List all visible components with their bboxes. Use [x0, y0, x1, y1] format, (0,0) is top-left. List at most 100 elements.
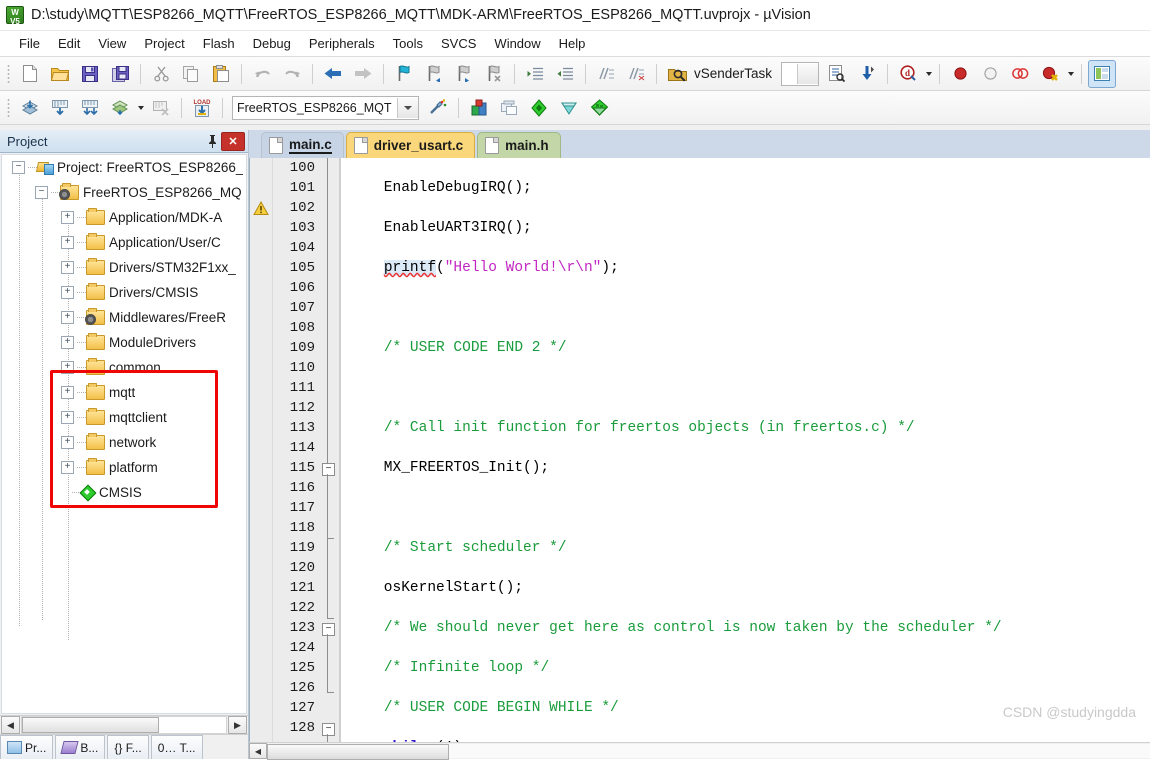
remove-breakpoint-button[interactable]	[976, 60, 1004, 88]
redo-button[interactable]	[278, 60, 306, 88]
batch-build-dropdown-arrow[interactable]	[135, 95, 146, 121]
navigate-back-button[interactable]	[319, 60, 347, 88]
tree-item-drivers-stm32f1xx[interactable]: + Drivers/STM32F1xx_	[2, 255, 246, 280]
code-line-107[interactable]: MX_FREERTOS_Init();	[349, 458, 1150, 478]
scroll-thumb[interactable]	[267, 744, 449, 760]
tree-item-drivers-cmsis[interactable]: + Drivers/CMSIS	[2, 280, 246, 305]
menu-item-flash[interactable]: Flash	[194, 34, 244, 53]
scroll-thumb[interactable]	[22, 717, 159, 733]
expander-icon[interactable]: +	[61, 361, 74, 374]
rebuild-all-button[interactable]	[76, 94, 104, 122]
menu-item-help[interactable]: Help	[550, 34, 595, 53]
code-line-106[interactable]: /* Call init function for freertos objec…	[349, 418, 1150, 438]
chevron-down-icon[interactable]	[397, 97, 418, 118]
fold-toggle-systemclock[interactable]: −	[322, 723, 335, 736]
expander-icon[interactable]: +	[61, 436, 74, 449]
bottom-tab-functions[interactable]: {} F...	[107, 735, 149, 759]
stop-build-button[interactable]	[147, 94, 175, 122]
scroll-right-button[interactable]: ▶	[228, 716, 247, 734]
menu-item-view[interactable]: View	[89, 34, 135, 53]
find-in-files-button[interactable]	[663, 60, 691, 88]
expander-icon[interactable]: +	[61, 411, 74, 424]
insert-include-button[interactable]	[823, 60, 851, 88]
code-line-102[interactable]: printf("Hello World!\r\n");	[349, 258, 1150, 278]
project-tree[interactable]: − Project: FreeRTOS_ESP8266_ − FreeRTOS_…	[1, 154, 247, 714]
tree-item-application-user[interactable]: + Application/User/C	[2, 230, 246, 255]
breakpoints-dropdown-arrow[interactable]	[1065, 61, 1076, 87]
editor-horizontal-scrollbar[interactable]: ◀	[249, 742, 1150, 760]
code-view[interactable]: 100 101 102 103 104 105 106 107 108 109 …	[249, 158, 1150, 742]
configure-build-button[interactable]	[853, 60, 881, 88]
pack-installer-button[interactable]	[585, 94, 613, 122]
expander-icon[interactable]: −	[35, 186, 48, 199]
expander-icon[interactable]: +	[61, 386, 74, 399]
tree-item-mqttclient[interactable]: + mqttclient	[2, 405, 246, 430]
code-line-111[interactable]: /* We should never get here as control i…	[349, 618, 1150, 638]
code-line-114[interactable]: while (1)	[349, 738, 1150, 742]
disable-breakpoint-button[interactable]	[1006, 60, 1034, 88]
menu-item-project[interactable]: Project	[135, 34, 193, 53]
clear-bookmarks-button[interactable]	[480, 60, 508, 88]
start-debug-button[interactable]: d	[894, 60, 922, 88]
toolbar-grip[interactable]	[5, 96, 12, 119]
scroll-track[interactable]	[267, 744, 1150, 760]
expander-icon[interactable]: +	[61, 336, 74, 349]
scroll-left-button[interactable]: ◀	[1, 716, 20, 734]
uncomment-button[interactable]	[622, 60, 650, 88]
download-button[interactable]: LOAD	[188, 94, 216, 122]
tree-item-middlewares-freertos[interactable]: + Middlewares/FreeR	[2, 305, 246, 330]
manage-windows-button[interactable]	[1088, 59, 1117, 88]
tree-item-moduledrivers[interactable]: + ModuleDrivers	[2, 330, 246, 355]
expander-icon[interactable]: +	[61, 311, 74, 324]
project-horizontal-scrollbar[interactable]: ◀ ▶	[0, 715, 248, 734]
source-code-lines[interactable]: EnableDebugIRQ(); EnableUART3IRQ(); prin…	[341, 158, 1150, 742]
indent-button[interactable]	[521, 60, 549, 88]
menu-item-edit[interactable]: Edit	[49, 34, 89, 53]
code-line-105[interactable]	[349, 378, 1150, 398]
configure-diamond-green-button[interactable]	[525, 94, 553, 122]
tree-item-network[interactable]: + network	[2, 430, 246, 455]
code-line-109[interactable]: /* Start scheduler */	[349, 538, 1150, 558]
debug-dropdown-arrow[interactable]	[923, 61, 934, 87]
menu-item-tools[interactable]: Tools	[384, 34, 432, 53]
code-line-100[interactable]: EnableDebugIRQ();	[349, 178, 1150, 198]
menu-item-peripherals[interactable]: Peripherals	[300, 34, 384, 53]
code-line-103[interactable]	[349, 298, 1150, 318]
paste-button[interactable]	[207, 60, 235, 88]
code-folding-bar[interactable]: − − −	[319, 158, 341, 742]
editor-margin-bar[interactable]	[250, 158, 273, 742]
previous-bookmark-button[interactable]	[420, 60, 448, 88]
tree-item-mqtt[interactable]: + mqtt	[2, 380, 246, 405]
expander-icon[interactable]: +	[61, 211, 74, 224]
menu-item-file[interactable]: File	[10, 34, 49, 53]
tree-item-common[interactable]: + common	[2, 355, 246, 380]
configure-diamond-teal-button[interactable]	[555, 94, 583, 122]
menu-item-debug[interactable]: Debug	[244, 34, 300, 53]
new-file-button[interactable]	[16, 60, 44, 88]
tree-item-project-root[interactable]: − Project: FreeRTOS_ESP8266_	[2, 155, 246, 180]
tree-item-target[interactable]: − FreeRTOS_ESP8266_MQ	[2, 180, 246, 205]
undo-button[interactable]	[248, 60, 276, 88]
code-line-101[interactable]: EnableUART3IRQ();	[349, 218, 1150, 238]
tab-driver-usart-c[interactable]: driver_usart.c	[345, 132, 476, 158]
fold-toggle-doccomment[interactable]: −	[322, 623, 335, 636]
batch-build-button[interactable]	[106, 94, 134, 122]
code-line-110[interactable]: osKernelStart();	[349, 578, 1150, 598]
tree-item-application-mdk[interactable]: + Application/MDK-A	[2, 205, 246, 230]
manage-runtime-env-button[interactable]	[495, 94, 523, 122]
fold-toggle-while[interactable]: −	[322, 463, 335, 476]
tree-item-cmsis[interactable]: CMSIS	[2, 480, 246, 505]
kill-all-breakpoints-button[interactable]	[1036, 60, 1064, 88]
save-button[interactable]	[76, 60, 104, 88]
expander-icon[interactable]: +	[61, 261, 74, 274]
close-icon[interactable]: ✕	[221, 131, 245, 151]
copy-button[interactable]	[177, 60, 205, 88]
bottom-tab-books[interactable]: B...	[55, 735, 106, 759]
insert-breakpoint-button[interactable]	[946, 60, 974, 88]
function-combo-dropdown[interactable]	[781, 61, 820, 86]
scroll-track[interactable]	[21, 716, 227, 734]
code-line-112[interactable]: /* Infinite loop */	[349, 658, 1150, 678]
code-line-108[interactable]	[349, 498, 1150, 518]
build-target-button[interactable]	[46, 94, 74, 122]
comment-button[interactable]	[592, 60, 620, 88]
